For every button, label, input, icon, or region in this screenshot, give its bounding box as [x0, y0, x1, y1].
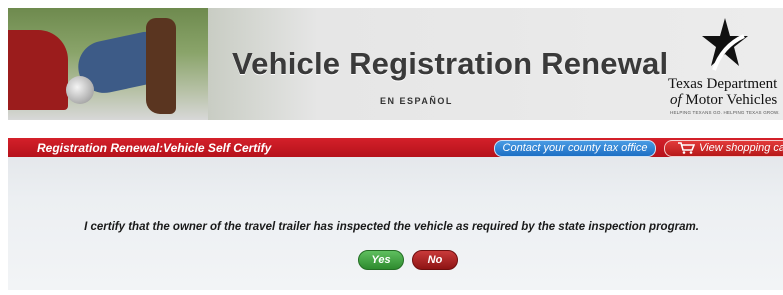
logo-line2: of Motor Vehicles	[670, 92, 778, 108]
txdmv-logo: Texas Department of Motor Vehicles HELPI…	[658, 14, 783, 120]
mirror-shape	[66, 76, 94, 104]
logo-line1: Texas Department	[668, 76, 778, 92]
boot-shape	[146, 18, 176, 114]
site-header: Vehicle Registration Renewal EN ESPAÑOL …	[8, 8, 783, 120]
header-photo	[8, 8, 208, 120]
logo-tagline: HELPING TEXANS GO. HELPING TEXAS GROW.	[670, 110, 780, 115]
car-door-shape	[8, 30, 68, 110]
shopping-cart-icon	[678, 142, 695, 154]
section-title: Registration Renewal:Vehicle Self Certif…	[37, 141, 272, 155]
view-cart-label: View shopping cart	[699, 142, 783, 154]
certify-statement: I certify that the owner of the travel t…	[84, 221, 699, 233]
star-icon	[702, 18, 748, 71]
contact-county-button[interactable]: Contact your county tax office	[494, 140, 656, 157]
espanol-link[interactable]: EN ESPAÑOL	[380, 96, 453, 106]
no-button[interactable]: No	[412, 250, 458, 270]
yes-button[interactable]: Yes	[358, 250, 404, 270]
page-title: Vehicle Registration Renewal	[232, 46, 669, 81]
view-cart-button[interactable]: View shopping cart	[664, 140, 783, 157]
